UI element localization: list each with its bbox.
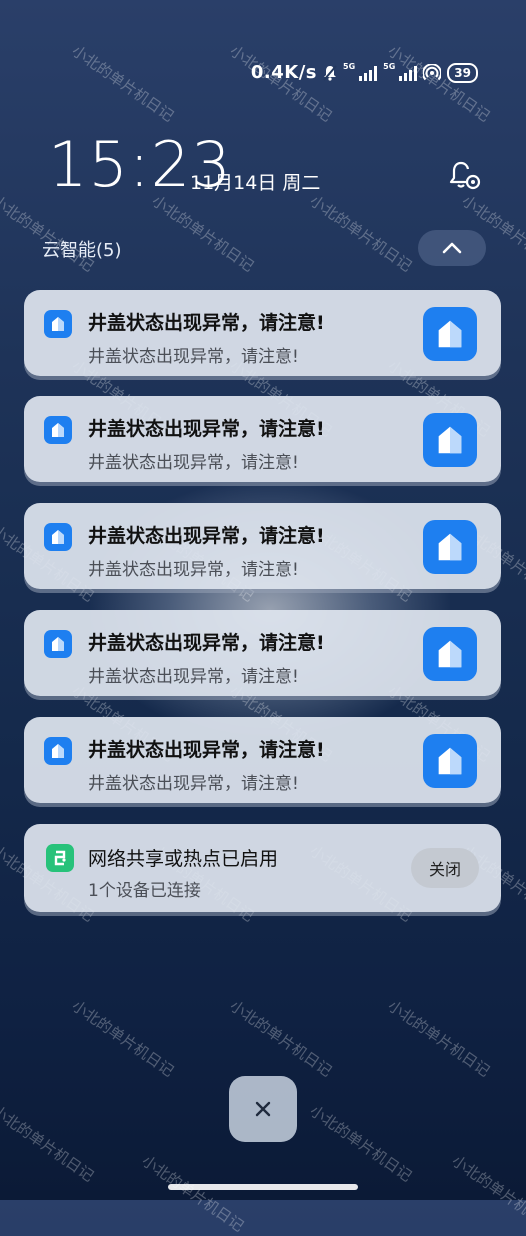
watermark: 小北的单片机日记 bbox=[384, 996, 494, 1081]
watermark: 小北的单片机日记 bbox=[226, 996, 336, 1081]
notification-card[interactable]: 井盖状态出现异常，请注意! 井盖状态出现异常，请注意! bbox=[24, 503, 501, 589]
hotspot-icon bbox=[46, 844, 74, 872]
watermark: 小北的单片机日记 bbox=[68, 996, 178, 1081]
notification-group-title: 云智能(5) bbox=[42, 240, 122, 261]
app-house-icon bbox=[423, 520, 477, 574]
sim1-label: 5G bbox=[343, 62, 356, 71]
notification-card[interactable]: 井盖状态出现异常，请注意! 井盖状态出现异常，请注意! bbox=[24, 396, 501, 482]
battery-icon: 39 bbox=[447, 62, 478, 83]
turn-off-hotspot-button[interactable]: 关闭 bbox=[411, 848, 479, 888]
notification-card[interactable]: 井盖状态出现异常，请注意! 井盖状态出现异常，请注意! bbox=[24, 290, 501, 376]
hotspot-title: 网络共享或热点已启用 bbox=[88, 848, 279, 870]
clear-all-button[interactable] bbox=[229, 1076, 297, 1142]
status-bar: 0.4K/s 5G 5G 39 bbox=[251, 62, 478, 83]
app-house-icon bbox=[423, 413, 477, 467]
notification-title: 井盖状态出现异常，请注意! bbox=[88, 632, 325, 654]
bell-muted-icon bbox=[323, 64, 337, 81]
lockscreen-date: 11月14日 周二 bbox=[190, 172, 321, 194]
notification-body: 井盖状态出现异常，请注意! bbox=[88, 667, 299, 687]
notification-body: 井盖状态出现异常，请注意! bbox=[88, 560, 299, 580]
notification-title: 井盖状态出现异常，请注意! bbox=[88, 525, 325, 547]
watermark: 小北的单片机日记 bbox=[384, 41, 494, 126]
watermark: 小北的单片机日记 bbox=[448, 1151, 526, 1236]
notification-body: 井盖状态出现异常，请注意! bbox=[88, 453, 299, 473]
watermark: 小北的单片机日记 bbox=[138, 1151, 248, 1236]
sim2-label: 5G bbox=[383, 62, 396, 71]
hotspot-notification-card[interactable]: 网络共享或热点已启用 1个设备已连接 关闭 bbox=[24, 824, 501, 912]
chevron-up-icon bbox=[442, 242, 462, 254]
watermark: 小北的单片机日记 bbox=[226, 41, 336, 126]
notification-card[interactable]: 井盖状态出现异常，请注意! 井盖状态出现异常，请注意! bbox=[24, 610, 501, 696]
app-house-icon bbox=[423, 627, 477, 681]
app-house-icon bbox=[44, 630, 72, 658]
app-house-icon bbox=[423, 734, 477, 788]
wifi-hotspot-icon bbox=[423, 63, 442, 80]
signal-icon bbox=[399, 65, 418, 81]
watermark: 小北的单片机日记 bbox=[306, 191, 416, 276]
app-house-icon bbox=[423, 307, 477, 361]
watermark: 小北的单片机日记 bbox=[306, 1101, 416, 1186]
notification-title: 井盖状态出现异常，请注意! bbox=[88, 312, 325, 334]
watermark: 小北的单片机日记 bbox=[68, 41, 178, 126]
collapse-group-button[interactable] bbox=[418, 230, 486, 266]
app-house-icon bbox=[44, 737, 72, 765]
notification-body: 井盖状态出现异常，请注意! bbox=[88, 347, 299, 367]
app-house-icon bbox=[44, 310, 72, 338]
app-house-icon bbox=[44, 416, 72, 444]
notification-title: 井盖状态出现异常，请注意! bbox=[88, 418, 325, 440]
watermark: 小北的单片机日记 bbox=[0, 1101, 98, 1186]
signal-icon bbox=[359, 65, 378, 81]
network-speed: 0.4K/s bbox=[250, 62, 318, 83]
close-icon bbox=[255, 1101, 271, 1117]
app-house-icon bbox=[44, 523, 72, 551]
notification-title: 井盖状态出现异常，请注意! bbox=[88, 739, 325, 761]
watermark: 小北的单片机日记 bbox=[148, 191, 258, 276]
notification-card[interactable]: 井盖状态出现异常，请注意! 井盖状态出现异常，请注意! bbox=[24, 717, 501, 803]
watermark: 小北的单片机日记 bbox=[0, 191, 98, 276]
hotspot-body: 1个设备已连接 bbox=[88, 881, 201, 901]
home-indicator[interactable] bbox=[168, 1184, 358, 1190]
notification-body: 井盖状态出现异常，请注意! bbox=[88, 774, 299, 794]
notification-settings-icon[interactable] bbox=[446, 158, 482, 194]
